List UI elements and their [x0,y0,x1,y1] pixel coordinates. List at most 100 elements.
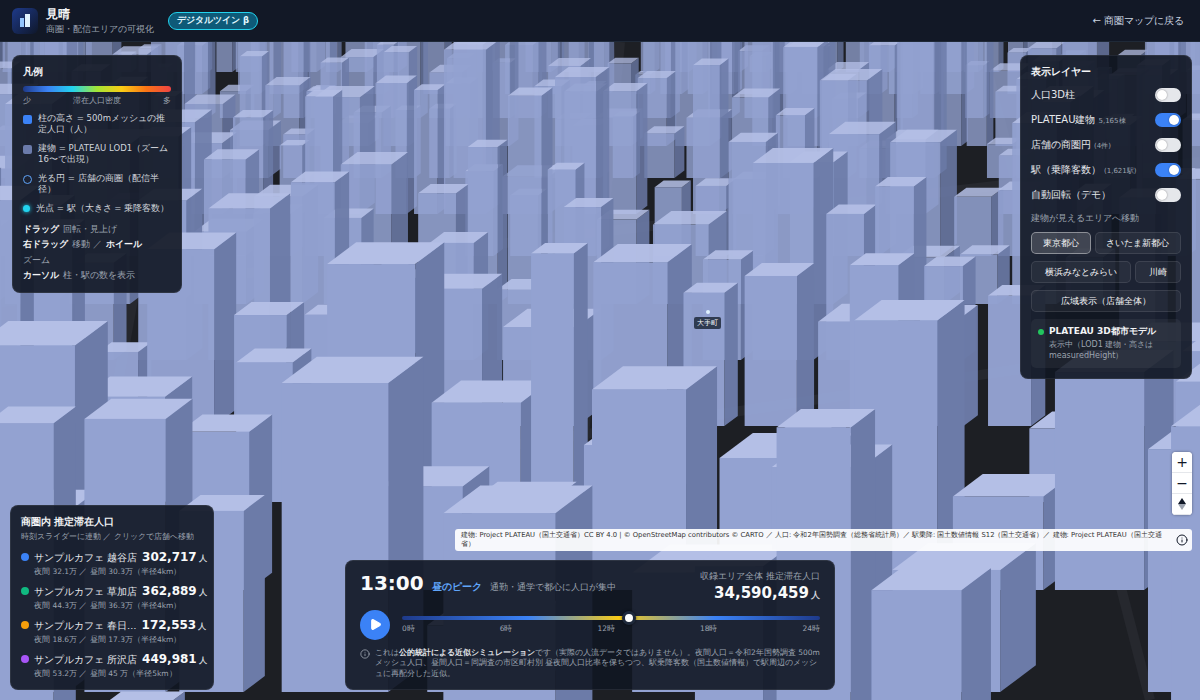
header: 見晴商圏・配信エリアの可視化デジタルツイン β ← 商圏マップに戻る [0,0,1200,42]
building [967,42,994,146]
store-item[interactable]: サンプルカフェ 春日…172,553人夜間 18.6万 ／ 昼間 17.3万（半… [21,618,203,645]
store-row: サンプルカフェ 所沢店449,981人 [21,652,203,667]
area-button[interactable]: さいたま新都心 [1095,232,1182,254]
info-icon[interactable] [1176,534,1188,546]
place-label-text: 大手町 [694,317,721,329]
play-button[interactable] [360,610,390,640]
help-text: カーソル [23,270,59,282]
time-description: 通勤・通学で都心に人口が集中 [490,582,616,594]
compass-icon [1177,498,1187,510]
building [603,83,647,214]
area-button-row: 横浜みなとみらい川崎 [1031,261,1181,283]
layer-toggle[interactable] [1155,188,1181,202]
layer-label: 自動回転（デモ） [1031,188,1111,202]
play-icon [369,618,382,631]
store-name: サンプルカフェ 所沢店 [34,654,137,667]
layer-toggle[interactable] [1155,163,1181,177]
layer-toggle[interactable] [1155,88,1181,102]
station-dot[interactable] [706,310,710,314]
legend-text: 柱の高さ = 500mメッシュの推定人口（人） [38,113,171,136]
layer-label: 人口3D柱 [1031,88,1075,102]
slider-tick: 24時 [802,624,820,634]
note-segment: 公的統計による近似シミュレーション [399,648,535,657]
store-item[interactable]: サンプルカフェ 越谷店302,717人夜間 32.1万 ／ 昼間 30.3万（半… [21,550,203,577]
store-population: 362,889人 [142,584,207,598]
store-dot [21,553,29,561]
store-item[interactable]: サンプルカフェ 所沢店449,981人夜間 53.2万 ／ 昼間 45 万（半径… [21,652,203,679]
store-panel-title: 商圏内 推定滞在人口 [21,516,203,529]
building [644,126,684,178]
legend-item: 光点 = 駅（大きさ = 乗降客数） [23,203,171,214]
legend-title: 凡例 [23,66,171,79]
wide-view-button[interactable]: 広域表示（店舗全体） [1031,290,1181,312]
layer-row: 店舗の商圏円(4件) [1031,136,1181,154]
slider-tick: 6時 [500,624,513,634]
roads [0,42,1200,700]
slider-track[interactable] [402,616,820,620]
attribution: 建物: Project PLATEAU（国土交通省）CC BY 4.0 | © … [455,529,1192,551]
legend-swatch [23,145,32,154]
note-icon [360,649,370,659]
place-label[interactable]: 大手町 [694,310,721,329]
help-text: ホイール [106,239,142,251]
help-line: ドラッグ回転・見上げ [23,224,171,236]
scale-label: 滞在人口密度 [73,96,121,106]
layer-toggle[interactable] [1155,113,1181,127]
layer-toggle[interactable] [1155,138,1181,152]
scale-max: 多 [163,96,171,106]
map-stage[interactable]: 大手町凡例少滞在人口密度多柱の高さ = 500mメッシュの推定人口（人）建物 =… [0,42,1200,700]
back-link[interactable]: ← 商圏マップに戻る [1092,14,1184,28]
zoom-out-button[interactable]: − [1172,473,1192,494]
area-button[interactable]: 川崎 [1135,261,1181,283]
store-population: 449,981人 [142,652,207,666]
area-button[interactable]: 横浜みなとみらい [1031,261,1131,283]
map-ground [0,42,1200,700]
store-item[interactable]: サンプルカフェ 草加店362,889人夜間 44.3万 ／ 昼間 36.3万（半… [21,584,203,611]
store-unit: 人 [199,588,207,597]
store-detail: 夜間 32.1万 ／ 昼間 30.3万（半径4km） [21,567,203,577]
store-population: 172,553人 [142,618,207,632]
slider-thumb[interactable] [622,611,636,625]
toggle-knob [1169,165,1179,175]
store-dot [21,587,29,595]
total-unit: 人 [811,590,820,600]
building [531,243,588,502]
toggle-knob [1157,190,1167,200]
note-segment: これは [375,648,399,657]
layer-panel: 表示レイヤー人口3D柱PLATEAU建物5,165棟店舗の商圏円(4件)駅（乗降… [1020,55,1192,379]
area-button-row: 東京都心さいたま新都心 [1031,232,1181,254]
store-dot [21,621,29,629]
zoom-in-button[interactable]: + [1172,452,1192,473]
compass-button[interactable] [1172,494,1192,515]
store-detail: 夜間 18.6万 ／ 昼間 17.3万（半径4km） [21,635,203,645]
app: 見晴商圏・配信エリアの可視化デジタルツイン β← 商圏マップに戻る大手町凡例少滞… [0,0,1200,700]
building [871,568,990,700]
note-text: これは公的統計による近似シミュレーションです（実際の人流データではありません）。… [375,648,820,680]
layer-label: 店舗の商圏円(4件) [1031,138,1111,152]
store-detail: 夜間 53.2万 ／ 昼間 45 万（半径5km） [21,669,203,679]
slider-tick: 18時 [700,624,718,634]
store-name: サンプルカフェ 春日… [34,620,137,633]
area-button[interactable]: 東京都心 [1031,232,1091,254]
attribution-text: 建物: Project PLATEAU（国土交通省）CC BY 4.0 | © … [461,531,1172,549]
help-block: ドラッグ回転・見上げ右ドラッグ移動 ／ホイールズームカーソル柱・駅の数を表示 [23,224,171,282]
layer-label: PLATEAU建物5,165棟 [1031,113,1126,127]
store-unit: 人 [199,656,207,665]
store-detail: 夜間 44.3万 ／ 昼間 36.3万（半径4km） [21,601,203,611]
legend-text: 建物 = PLATEAU LOD1（ズーム16〜で出現） [38,143,171,166]
simulation-note: これは公的統計による近似シミュレーションです（実際の人流データではありません）。… [360,648,820,680]
store-name: サンプルカフェ 越谷店 [34,552,137,565]
brand: 見晴商圏・配信エリアの可視化デジタルツイン β [12,6,258,36]
store-unit: 人 [199,554,207,563]
current-time: 13:00 [360,571,424,595]
store-row: サンプルカフェ 草加店362,889人 [21,584,203,599]
legend-item: 柱の高さ = 500mメッシュの推定人口（人） [23,113,171,136]
legend-swatch [23,175,32,184]
model-status: PLATEAU 3D都市モデル表示中（LOD1 建物・高さは measuredH… [1031,319,1181,368]
time-slider[interactable]: 0時6時12時18時24時 [402,616,820,634]
model-status-detail: 表示中（LOD1 建物・高さは measuredHeight） [1038,340,1174,362]
status-dot [1038,329,1044,335]
time-info: 13:00昼のピーク通勤・通学で都心に人口が集中 [360,571,616,595]
slider-ticks: 0時6時12時18時24時 [402,624,820,634]
layer-label: 駅（乗降客数）(1,621駅) [1031,163,1137,177]
